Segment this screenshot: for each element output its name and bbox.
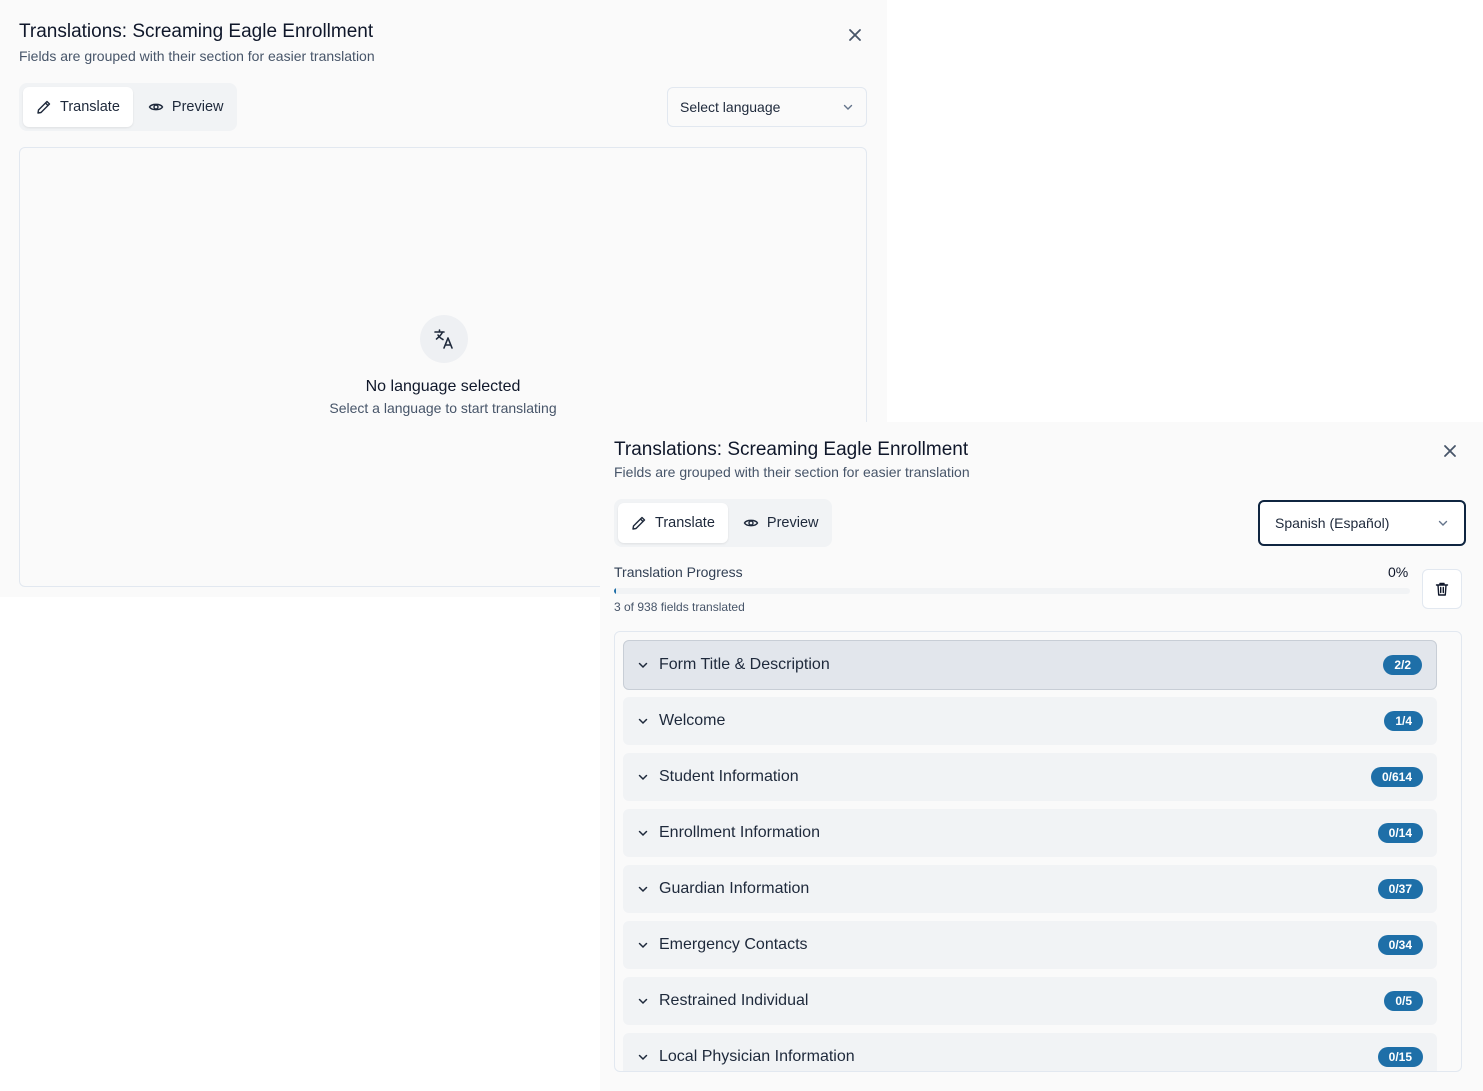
section-progress-badge: 0/37 bbox=[1377, 879, 1423, 899]
chevron-down-icon bbox=[638, 830, 648, 837]
tab-preview[interactable]: Preview bbox=[135, 87, 237, 127]
section-label: Restrained Individual bbox=[659, 992, 809, 1009]
pencil-icon bbox=[37, 100, 51, 114]
dialog-title: Translations: Screaming Eagle Enrollment bbox=[19, 21, 374, 42]
trash-icon bbox=[1435, 582, 1449, 596]
eye-icon bbox=[148, 103, 164, 111]
section-row[interactable]: Form Title & Description 2/2 bbox=[623, 640, 1437, 690]
close-icon bbox=[849, 29, 861, 41]
translations-dialog-spanish: Translations: Screaming Eagle Enrollment… bbox=[600, 422, 1483, 1091]
pencil-icon bbox=[632, 516, 646, 530]
section-progress-badge: 0/14 bbox=[1377, 823, 1423, 843]
section-label: Form Title & Description bbox=[659, 656, 830, 673]
tab-preview[interactable]: Preview bbox=[730, 503, 832, 543]
chevron-down-icon bbox=[843, 104, 853, 110]
dialog-subtitle: Fields are grouped with their section fo… bbox=[614, 464, 970, 480]
chevron-down-icon bbox=[638, 998, 648, 1005]
section-label: Enrollment Information bbox=[659, 824, 820, 841]
section-progress-badge: 0/5 bbox=[1384, 991, 1423, 1011]
section-progress-badge: 0/15 bbox=[1377, 1047, 1423, 1067]
progress-bar-fill bbox=[614, 588, 617, 594]
tab-translate[interactable]: Translate bbox=[23, 87, 133, 127]
tab-label: Translate bbox=[60, 99, 120, 115]
section-row[interactable]: Welcome 1/4 bbox=[623, 697, 1437, 745]
chevron-down-icon bbox=[638, 942, 648, 949]
section-row[interactable]: Restrained Individual 0/5 bbox=[623, 977, 1437, 1025]
tab-label: Preview bbox=[171, 99, 224, 115]
language-select-value: Select language bbox=[680, 99, 781, 115]
tab-label: Translate bbox=[655, 515, 715, 531]
close-button[interactable] bbox=[843, 23, 867, 47]
dialog-title: Translations: Screaming Eagle Enrollment bbox=[614, 439, 969, 460]
progress-percent: 0% bbox=[1388, 564, 1409, 580]
chevron-down-icon bbox=[638, 774, 648, 781]
section-label: Guardian Information bbox=[659, 880, 810, 897]
chevron-down-icon bbox=[638, 1054, 648, 1061]
progress-label: Translation Progress bbox=[614, 564, 743, 580]
tab-label: Preview bbox=[766, 515, 819, 531]
translate-icon bbox=[420, 315, 468, 363]
section-label: Welcome bbox=[659, 712, 726, 729]
dialog-subtitle: Fields are grouped with their section fo… bbox=[19, 48, 375, 64]
section-row[interactable]: Student Information 0/614 bbox=[623, 753, 1437, 801]
chevron-down-icon bbox=[1438, 520, 1448, 526]
section-progress-badge: 0/614 bbox=[1370, 767, 1423, 787]
section-list: Form Title & Description 2/2 Welcome 1/4 Stu… bbox=[614, 631, 1462, 1072]
section-label: Student Information bbox=[659, 768, 799, 785]
tab-translate[interactable]: Translate bbox=[618, 503, 728, 543]
mode-tabs: Translate Preview bbox=[614, 499, 832, 547]
chevron-down-icon bbox=[638, 662, 648, 669]
empty-state-title: No language selected bbox=[365, 378, 521, 395]
section-label: Local Physician Information bbox=[659, 1048, 855, 1065]
progress-bar bbox=[614, 588, 1410, 594]
section-row[interactable]: Emergency Contacts 0/34 bbox=[623, 921, 1437, 969]
empty-state-message: Select a language to start translating bbox=[329, 400, 557, 416]
language-select[interactable]: Select language bbox=[667, 87, 867, 127]
section-row[interactable]: Enrollment Information 0/14 bbox=[623, 809, 1437, 857]
section-progress-badge: 2/2 bbox=[1383, 655, 1422, 675]
section-label: Emergency Contacts bbox=[659, 936, 808, 953]
section-progress-badge: 0/34 bbox=[1377, 935, 1423, 955]
close-button[interactable] bbox=[1438, 439, 1462, 463]
close-icon bbox=[1444, 445, 1456, 457]
section-progress-badge: 1/4 bbox=[1384, 711, 1423, 731]
chevron-down-icon bbox=[638, 718, 648, 725]
section-row[interactable]: Local Physician Information 0/15 bbox=[623, 1033, 1437, 1071]
clear-translations-button[interactable] bbox=[1422, 569, 1462, 609]
language-select[interactable]: Spanish (Español) bbox=[1258, 500, 1466, 546]
mode-tabs: Translate Preview bbox=[19, 83, 237, 131]
language-select-value: Spanish (Español) bbox=[1275, 515, 1390, 531]
chevron-down-icon bbox=[638, 886, 648, 893]
section-row[interactable]: Guardian Information 0/37 bbox=[623, 865, 1437, 913]
eye-icon bbox=[743, 519, 759, 527]
progress-count: 3 of 938 fields translated bbox=[614, 600, 745, 614]
